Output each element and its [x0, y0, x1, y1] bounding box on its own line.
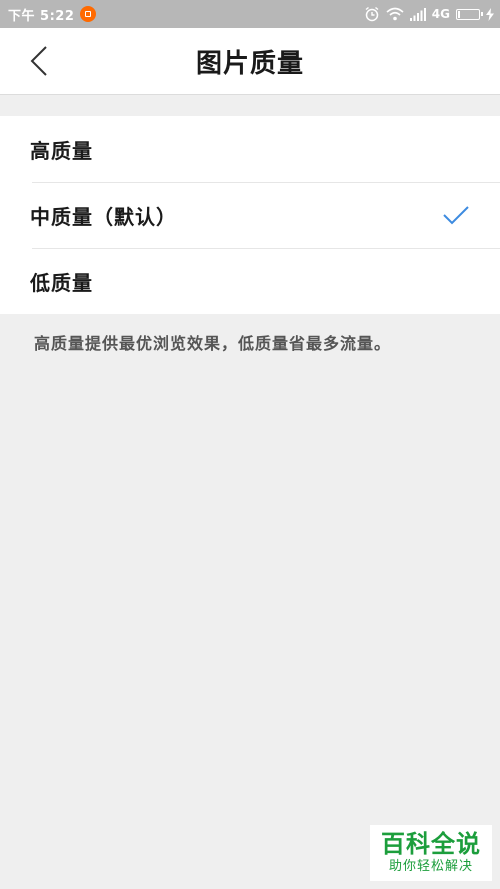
- battery-icon: [456, 8, 483, 20]
- page-title: 图片质量: [195, 48, 304, 79]
- option-medium-quality[interactable]: 中质量（默认）: [0, 182, 500, 248]
- status-bar: 下午 5:22 4G: [0, 0, 500, 28]
- charging-icon: [486, 7, 494, 21]
- quality-hint-text: 高质量提供最优浏览效果，低质量省最多流量。: [34, 334, 392, 353]
- option-low-quality[interactable]: 低质量: [0, 248, 500, 314]
- option-label: 高质量: [30, 138, 93, 163]
- status-bar-left: 下午 5:22: [8, 0, 97, 28]
- alarm-icon: [364, 6, 380, 22]
- option-label: 低质量: [30, 270, 93, 295]
- watermark-main-text: 百科全说: [381, 830, 481, 858]
- option-label: 中质量（默认）: [30, 204, 177, 229]
- option-high-quality[interactable]: 高质量: [0, 116, 500, 182]
- network-type: 4G: [431, 7, 450, 21]
- watermark-sub-text: 助你轻松解决: [388, 859, 473, 874]
- check-icon: [443, 206, 469, 225]
- quality-option-list: 高质量 中质量（默认） 低质量: [0, 116, 500, 314]
- app-notification-icon: [80, 6, 97, 22]
- signal-icon: [409, 7, 426, 21]
- status-time: 下午 5:22: [8, 8, 75, 24]
- watermark-logo: 百科全说 助你轻松解决: [370, 825, 492, 881]
- nav-bar: 图片质量: [0, 28, 500, 95]
- status-bar-right: 4G: [364, 0, 494, 28]
- wifi-icon: [386, 7, 404, 21]
